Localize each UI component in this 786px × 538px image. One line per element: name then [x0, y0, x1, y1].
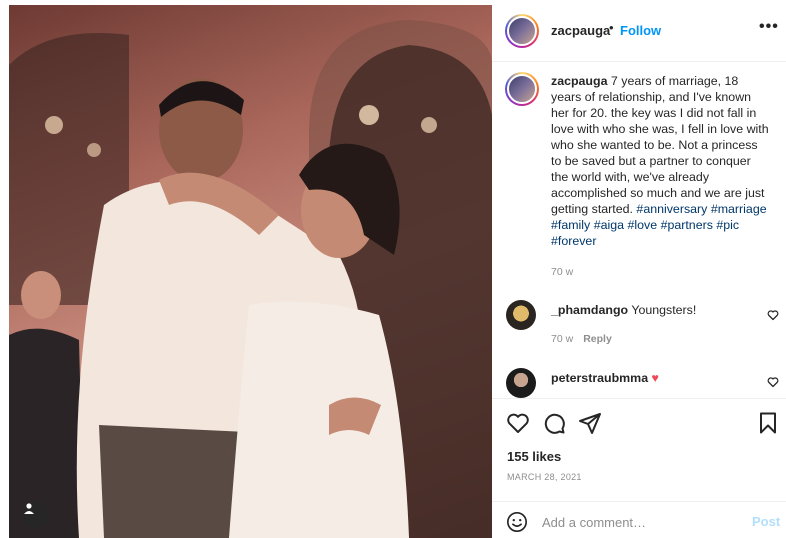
- user-tag-icon: [24, 503, 34, 514]
- heart-icon[interactable]: [506, 411, 530, 435]
- post-comment-button[interactable]: Post: [752, 514, 780, 529]
- comment-meta: 70 w Reply: [551, 333, 612, 345]
- comment-text: peterstraubmma ♥: [551, 371, 659, 385]
- hashtag-link[interactable]: #forever: [551, 234, 596, 248]
- comment-icon[interactable]: [542, 411, 566, 435]
- hashtag-link[interactable]: #pic: [716, 218, 739, 232]
- separator-dot: •: [609, 20, 614, 35]
- tagged-users-button[interactable]: [23, 502, 49, 528]
- hashtag-link[interactable]: #marriage: [711, 202, 767, 216]
- comment-text: _phamdango Youngsters!: [551, 303, 696, 317]
- bookmark-icon[interactable]: [756, 411, 780, 435]
- add-comment-bar: Post: [492, 501, 786, 538]
- caption-username[interactable]: zacpauga: [551, 74, 607, 88]
- instagram-post: zacpauga • Follow ••• zacpauga 7 years o…: [0, 0, 786, 538]
- likes-count[interactable]: 155 likes: [507, 449, 561, 464]
- heart-emoji: ♥: [651, 371, 659, 385]
- author-avatar[interactable]: [505, 14, 539, 48]
- hashtag-link[interactable]: #family: [551, 218, 590, 232]
- more-options-icon[interactable]: •••: [759, 18, 779, 36]
- caption-body: 7 years of marriage, 18 years of relatio…: [551, 74, 769, 216]
- post-header: zacpauga • Follow •••: [492, 0, 786, 62]
- post-date[interactable]: MARCH 28, 2021: [507, 472, 582, 482]
- commenter-username[interactable]: _phamdango: [551, 303, 628, 317]
- comment-like-icon[interactable]: [767, 309, 779, 321]
- photo-illustration: [9, 20, 492, 538]
- hashtag-link[interactable]: #love: [627, 218, 657, 232]
- post-actions: 155 likes MARCH 28, 2021 Post: [492, 398, 786, 538]
- commenter-username[interactable]: peterstraubmma: [551, 371, 648, 385]
- reply-button[interactable]: Reply: [583, 333, 612, 345]
- author-username[interactable]: zacpauga: [551, 23, 610, 38]
- comment-like-icon[interactable]: [767, 376, 779, 388]
- hashtag-link[interactable]: #aiga: [594, 218, 624, 232]
- hashtag-link[interactable]: #partners: [661, 218, 713, 232]
- post-photo[interactable]: [9, 5, 492, 538]
- caption-text: zacpauga 7 years of marriage, 18 years o…: [551, 73, 771, 249]
- commenter-avatar[interactable]: [506, 368, 536, 398]
- caption-avatar[interactable]: [505, 72, 539, 106]
- commenter-avatar[interactable]: [506, 300, 536, 330]
- follow-button[interactable]: Follow: [620, 23, 661, 38]
- comment-timestamp[interactable]: 70 w: [551, 333, 573, 345]
- comment-body: Youngsters!: [631, 303, 697, 317]
- caption-timestamp[interactable]: 70 w: [551, 266, 573, 278]
- post-side-panel: zacpauga • Follow ••• zacpauga 7 years o…: [492, 0, 786, 538]
- comment-input[interactable]: [542, 511, 742, 533]
- emoji-icon[interactable]: [506, 511, 528, 533]
- share-icon[interactable]: [578, 411, 602, 435]
- hashtag-link[interactable]: #anniversary: [636, 202, 707, 216]
